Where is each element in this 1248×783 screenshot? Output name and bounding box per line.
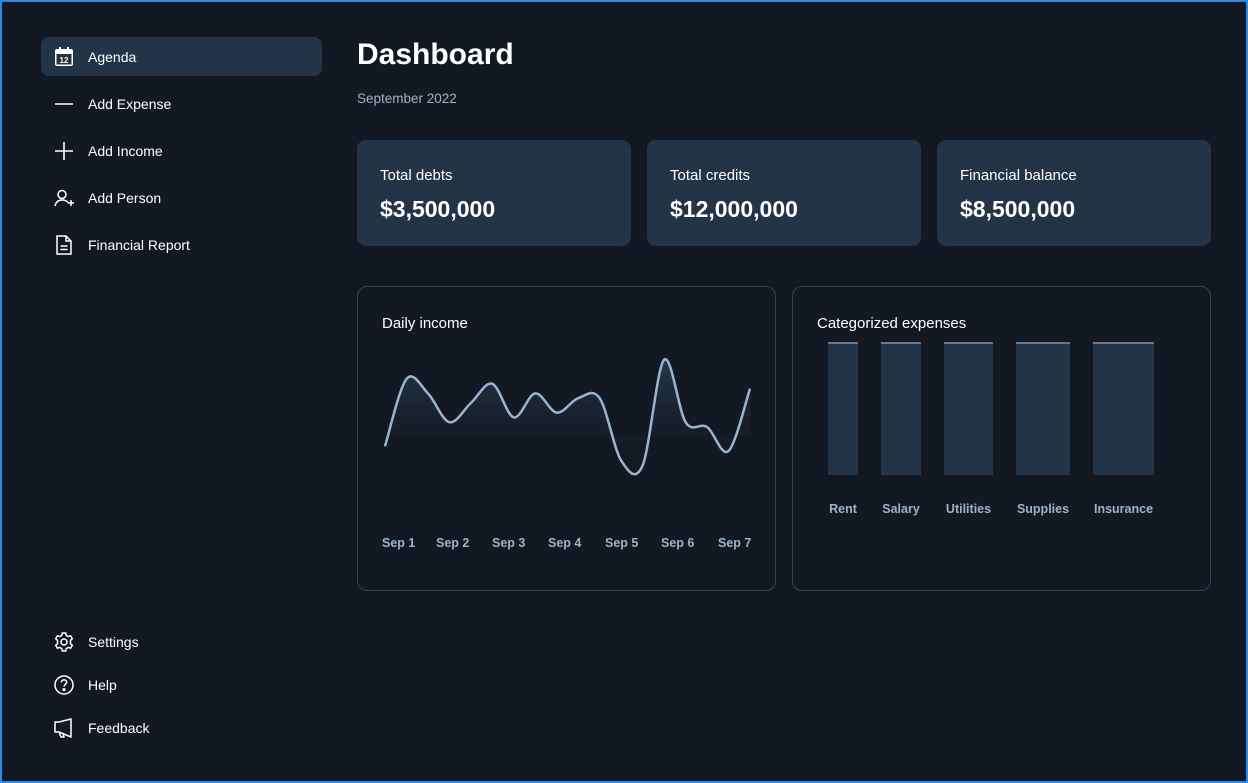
stat-label: Total debts: [380, 167, 453, 184]
x-tick-label: Salary: [882, 502, 920, 516]
categorized-expenses-panel: Categorized expenses Rent Salary Utilities…: [792, 286, 1211, 591]
megaphone-icon: [53, 717, 75, 739]
sidebar-item-label: Add Income: [88, 142, 163, 159]
x-tick-label: Insurance: [1094, 502, 1153, 516]
calendar-day: 12: [60, 55, 69, 64]
user-plus-icon: [53, 187, 75, 209]
sidebar-item-feedback[interactable]: Feedback: [41, 708, 322, 747]
sidebar-item-label: Financial Report: [88, 236, 190, 253]
x-tick-label: Sep 1: [382, 536, 416, 550]
stat-card-financial-balance: Financial balance $8,500,000: [937, 140, 1211, 246]
calendar-icon: 12: [53, 46, 75, 68]
bar-utilities: [944, 342, 993, 475]
help-icon: [53, 674, 75, 696]
x-tick-label: Sep 2: [436, 536, 470, 550]
bar-insurance: [1093, 342, 1154, 475]
sidebar-item-label: Add Person: [88, 189, 162, 206]
bar-top-edge: [944, 342, 993, 344]
stat-label: Total credits: [670, 167, 751, 184]
x-tick-label: Supplies: [1017, 502, 1069, 516]
x-tick-label: Sep 3: [492, 536, 526, 550]
x-tick-label: Sep 7: [718, 536, 752, 550]
x-tick-label: Utilities: [946, 502, 991, 516]
gear-icon: [53, 631, 75, 653]
bar-supplies: [1016, 342, 1070, 475]
stat-value: $12,000,000: [670, 196, 798, 222]
sidebar-item-label: Feedback: [88, 719, 150, 736]
stat-value: $8,500,000: [960, 196, 1076, 222]
bar-top-edge: [1093, 342, 1154, 344]
sidebar-item-label: Agenda: [88, 48, 137, 65]
bar-top-edge: [1016, 342, 1070, 344]
line-area-fill: [385, 359, 750, 475]
sidebar-item-add-income[interactable]: Add Income: [41, 131, 322, 170]
stat-card-total-credits: Total credits $12,000,000: [647, 140, 921, 246]
sidebar-item-label: Help: [88, 676, 117, 693]
page-title: Dashboard: [357, 38, 514, 71]
stat-card-total-debts: Total debts $3,500,000: [357, 140, 631, 246]
sidebar: 12 Agenda Add Expense Add Income Add Per…: [41, 37, 322, 757]
x-tick-label: Rent: [829, 502, 858, 516]
sidebar-item-agenda[interactable]: 12 Agenda: [41, 37, 322, 76]
sidebar-item-add-expense[interactable]: Add Expense: [41, 84, 322, 123]
bar-rent: [828, 342, 858, 475]
stat-label: Financial balance: [960, 167, 1077, 184]
minus-icon: [53, 93, 75, 115]
sidebar-item-financial-report[interactable]: Financial Report: [41, 225, 322, 264]
sidebar-item-settings[interactable]: Settings: [41, 622, 322, 661]
bar-salary: [881, 342, 921, 475]
daily-income-panel: Daily income Sep 1 Sep 2 Sep 3 Sep 4 Sep 5 Se…: [357, 286, 776, 591]
sidebar-item-add-person[interactable]: Add Person: [41, 178, 322, 217]
categorized-expenses-chart: Rent Salary Utilities Supplies Insurance: [828, 342, 1154, 516]
plus-icon: [53, 140, 75, 162]
x-tick-label: Sep 5: [605, 536, 639, 550]
sidebar-item-label: Settings: [88, 633, 139, 650]
sidebar-item-help[interactable]: Help: [41, 665, 322, 704]
page-subtitle: September 2022: [357, 91, 457, 106]
bar-top-edge: [828, 342, 858, 344]
document-icon: [53, 234, 75, 256]
x-tick-label: Sep 4: [548, 536, 582, 550]
bar-top-edge: [881, 342, 921, 344]
stat-value: $3,500,000: [380, 196, 496, 222]
x-tick-label: Sep 6: [661, 536, 695, 550]
sidebar-item-label: Add Expense: [88, 95, 172, 112]
